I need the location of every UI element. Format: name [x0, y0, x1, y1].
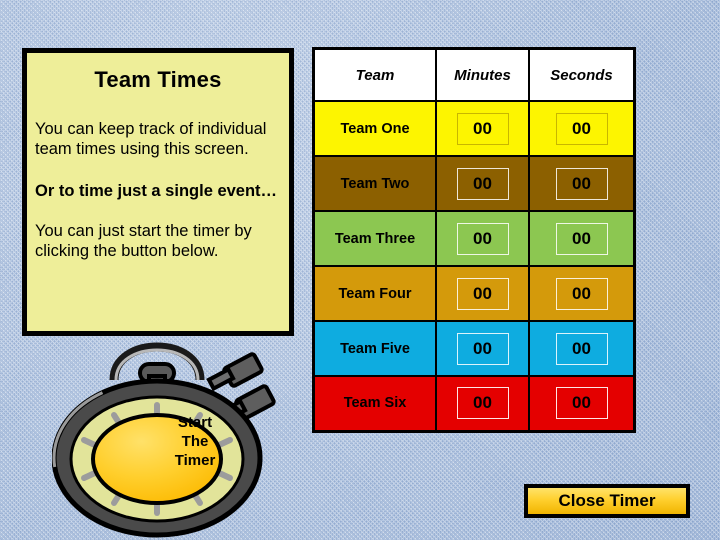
info-paragraph-1: You can keep track of individual team ti…	[35, 120, 267, 158]
table-row: Team Two 00 00	[312, 155, 636, 212]
seconds-value[interactable]: 00	[555, 222, 608, 255]
column-header-minutes: Minutes	[435, 47, 530, 102]
minutes-cell: 00	[435, 320, 530, 377]
minutes-value[interactable]: 00	[456, 387, 509, 420]
seconds-value[interactable]: 00	[555, 277, 608, 310]
start-timer-face	[91, 413, 223, 505]
team-name-cell: Team One	[312, 100, 437, 157]
table-row: Team One 00 00	[312, 100, 636, 157]
team-name-cell: Team Four	[312, 265, 437, 322]
seconds-value[interactable]: 00	[555, 332, 608, 365]
seconds-cell: 00	[528, 375, 636, 432]
minutes-value[interactable]: 00	[456, 277, 509, 310]
seconds-cell: 00	[528, 100, 636, 157]
table-row: Team Six 00 00	[312, 375, 636, 432]
column-header-seconds: Seconds	[528, 47, 636, 102]
stopwatch-graphic[interactable]: Start The Timer	[52, 318, 302, 540]
seconds-cell: 00	[528, 155, 636, 212]
minutes-value[interactable]: 00	[456, 332, 509, 365]
seconds-cell: 00	[528, 210, 636, 267]
page-title: Team Times	[94, 67, 222, 92]
seconds-value[interactable]: 00	[555, 167, 608, 200]
slide-background: Start The Timer Team Times You can keep …	[0, 0, 720, 540]
minutes-cell: 00	[435, 155, 530, 212]
table-row: Team Five 00 00	[312, 320, 636, 377]
team-times-table: Team Minutes Seconds Team One 00 00 Team Tw…	[312, 47, 636, 433]
seconds-cell: 00	[528, 320, 636, 377]
seconds-cell: 00	[528, 265, 636, 322]
table-body: Team One 00 00 Team Two 00 00 Team Three 00 00 Te…	[312, 100, 636, 432]
minutes-value[interactable]: 00	[456, 167, 509, 200]
seconds-value[interactable]: 00	[555, 387, 608, 420]
info-panel: Team Times You can keep track of individ…	[22, 48, 294, 336]
team-name-cell: Team Two	[312, 155, 437, 212]
close-timer-button[interactable]: Close Timer	[524, 484, 690, 518]
minutes-cell: 00	[435, 375, 530, 432]
team-name-cell: Team Three	[312, 210, 437, 267]
table-row: Team Three 00 00	[312, 210, 636, 267]
minutes-value[interactable]: 00	[456, 222, 509, 255]
table-row: Team Four 00 00	[312, 265, 636, 322]
info-paragraph-2: Or to time just a single event…	[35, 182, 278, 200]
seconds-value[interactable]: 00	[555, 112, 608, 145]
minutes-value[interactable]: 00	[456, 112, 509, 145]
minutes-cell: 00	[435, 265, 530, 322]
info-paragraph-3: You can just start the timer by clicking…	[35, 222, 252, 260]
column-header-team: Team	[312, 47, 437, 102]
team-name-cell: Team Five	[312, 320, 437, 377]
minutes-cell: 00	[435, 210, 530, 267]
table-header-row: Team Minutes Seconds	[312, 47, 636, 102]
minutes-cell: 00	[435, 100, 530, 157]
team-name-cell: Team Six	[312, 375, 437, 432]
